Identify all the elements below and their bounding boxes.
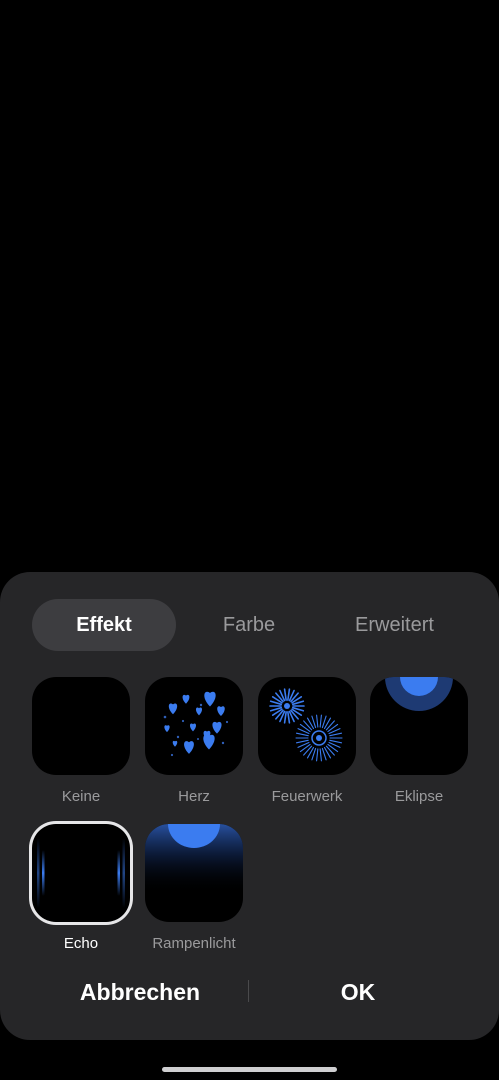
effect-tile-eklipse[interactable] [370, 677, 468, 775]
tab-bar: Effekt Farbe Erweitert [0, 572, 499, 672]
button-divider [248, 980, 249, 1002]
effect-label-rampenlicht: Rampenlicht [152, 935, 236, 952]
effect-label-herz: Herz [178, 788, 210, 805]
effect-tile-herz[interactable] [145, 677, 243, 775]
effect-label-feuerwerk: Feuerwerk [271, 788, 343, 805]
effect-label-echo: Echo [63, 935, 99, 952]
spotlight-effect-icon [145, 824, 243, 894]
effect-label-eklipse: Eklipse [394, 788, 444, 805]
effect-tile-rampenlicht[interactable] [145, 824, 243, 922]
eclipse-effect-icon [381, 677, 457, 715]
tab-farbe[interactable]: Farbe [177, 599, 321, 651]
effect-label-keine: Keine [61, 788, 101, 805]
effect-tile-keine[interactable] [32, 677, 130, 775]
hearts-effect-icon [163, 691, 229, 757]
effect-tile-feuerwerk[interactable] [258, 677, 356, 775]
cancel-button[interactable]: Abbrechen [40, 972, 240, 1012]
effect-picker-sheet: Effekt Farbe Erweitert Keine Herz Feuerw… [0, 572, 499, 1040]
fireworks-effect-icon [269, 688, 343, 762]
echo-effect-icon [37, 838, 125, 908]
tab-effekt[interactable]: Effekt [32, 599, 176, 651]
home-indicator[interactable] [162, 1067, 337, 1072]
tab-erweitert[interactable]: Erweitert [322, 599, 467, 651]
effect-tile-echo[interactable] [32, 824, 130, 922]
ok-button[interactable]: OK [258, 972, 458, 1012]
